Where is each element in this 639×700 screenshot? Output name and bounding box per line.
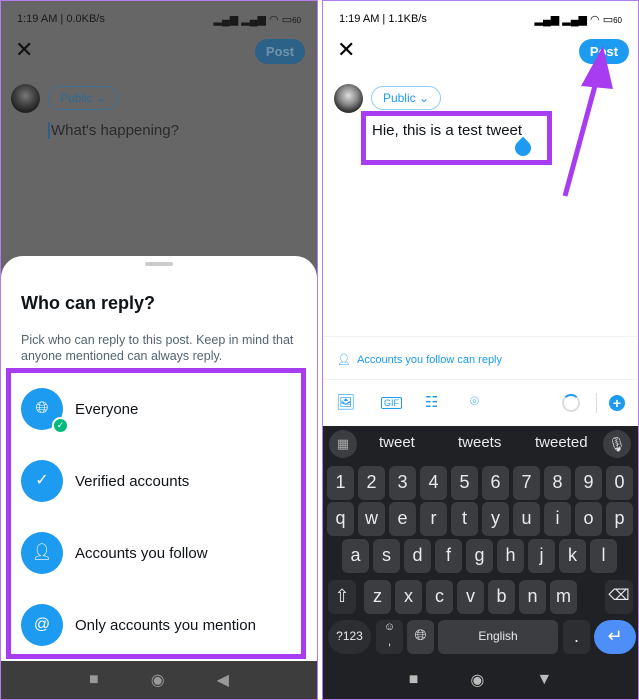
key-c[interactable]: c bbox=[426, 580, 453, 614]
add-icon[interactable]: + bbox=[609, 395, 625, 411]
key-t[interactable]: t bbox=[451, 502, 478, 536]
key-y[interactable]: y bbox=[482, 502, 509, 536]
divider bbox=[323, 336, 638, 337]
shift-key[interactable]: ⇧ bbox=[328, 580, 356, 614]
status-icons: ▂▄▆ ▂▄▆ ◠ ▭60 bbox=[534, 13, 623, 26]
key-g[interactable]: g bbox=[466, 539, 493, 573]
back-icon[interactable]: ◀ bbox=[217, 670, 229, 690]
nav-bar: ■ ◉ ▼ bbox=[323, 661, 638, 699]
audience-selector[interactable]: Public ⌄ bbox=[48, 86, 118, 110]
status-icons: ▂▄▆ ▂▄▆ ◠ ▭60 bbox=[213, 13, 302, 26]
recents-icon[interactable]: ■ bbox=[89, 671, 99, 689]
key-5[interactable]: 5 bbox=[451, 466, 478, 500]
key-m[interactable]: m bbox=[550, 580, 577, 614]
symbols-key[interactable]: ?123 bbox=[328, 620, 371, 654]
nav-bar: ■ ◉ ◀ bbox=[1, 661, 317, 699]
audience-selector[interactable]: Public ⌄ bbox=[371, 86, 441, 110]
suggestion[interactable]: tweets bbox=[458, 434, 501, 451]
close-icon[interactable]: ✕ bbox=[337, 39, 355, 61]
key-o[interactable]: o bbox=[575, 502, 602, 536]
period-key[interactable]: . bbox=[563, 620, 590, 654]
chevron-down-icon: ⌄ bbox=[418, 91, 430, 105]
avatar bbox=[334, 84, 363, 113]
enter-key[interactable]: ↵ bbox=[594, 620, 636, 654]
location-icon[interactable]: ⌾ bbox=[470, 393, 479, 410]
backspace-key[interactable]: ⌫ bbox=[605, 580, 633, 614]
divider bbox=[596, 393, 597, 413]
key-0[interactable]: 0 bbox=[606, 466, 633, 500]
key-z[interactable]: z bbox=[364, 580, 391, 614]
key-q[interactable]: q bbox=[327, 502, 354, 536]
key-1[interactable]: 1 bbox=[327, 466, 354, 500]
suggestion[interactable]: tweet bbox=[379, 434, 415, 451]
avatar bbox=[11, 84, 40, 113]
status-time: 1:19 AM | 1.1KB/s bbox=[339, 13, 427, 25]
key-s[interactable]: s bbox=[373, 539, 400, 573]
recents-icon[interactable]: ■ bbox=[409, 671, 419, 689]
back-icon[interactable]: ▼ bbox=[536, 671, 552, 689]
key-a[interactable]: a bbox=[342, 539, 369, 573]
key-b[interactable]: b bbox=[488, 580, 515, 614]
compose-input[interactable]: What's happening? bbox=[48, 122, 179, 139]
microphone-icon[interactable]: 🎙︎ bbox=[603, 430, 631, 458]
compose-input[interactable]: Hie, this is a test tweet bbox=[372, 122, 522, 139]
emoji-comma-key[interactable]: ☺, bbox=[376, 620, 403, 654]
key-7[interactable]: 7 bbox=[513, 466, 540, 500]
highlight-box bbox=[6, 368, 306, 659]
arrow-annotation bbox=[562, 46, 613, 197]
apps-grid-icon[interactable]: ▦ bbox=[329, 430, 357, 458]
home-icon[interactable]: ◉ bbox=[151, 670, 165, 690]
key-9[interactable]: 9 bbox=[575, 466, 602, 500]
key-2[interactable]: 2 bbox=[358, 466, 385, 500]
progress-ring-icon bbox=[562, 394, 580, 412]
key-k[interactable]: k bbox=[559, 539, 586, 573]
key-r[interactable]: r bbox=[420, 502, 447, 536]
key-j[interactable]: j bbox=[528, 539, 555, 573]
poll-icon[interactable]: ☷ bbox=[425, 393, 438, 411]
status-bar: 1:19 AM | 1.1KB/s ▂▄▆ ▂▄▆ ◠ ▭60 bbox=[339, 11, 622, 27]
key-x[interactable]: x bbox=[395, 580, 422, 614]
keyboard: ▦ tweet tweets tweeted 🎙︎ ⇧ ⌫ ?123 ☺, 🌐︎… bbox=[323, 426, 638, 699]
key-v[interactable]: v bbox=[457, 580, 484, 614]
key-6[interactable]: 6 bbox=[482, 466, 509, 500]
globe-icon[interactable]: 🌐︎ bbox=[407, 620, 434, 654]
key-8[interactable]: 8 bbox=[544, 466, 571, 500]
right-screen: 1:19 AM | 1.1KB/s ▂▄▆ ▂▄▆ ◠ ▭60 ✕ Post P… bbox=[322, 0, 639, 700]
key-4[interactable]: 4 bbox=[420, 466, 447, 500]
key-f[interactable]: f bbox=[435, 539, 462, 573]
post-button[interactable]: Post bbox=[255, 39, 305, 64]
space-key[interactable]: English bbox=[438, 620, 558, 654]
key-n[interactable]: n bbox=[519, 580, 546, 614]
key-3[interactable]: 3 bbox=[389, 466, 416, 500]
suggestion[interactable]: tweeted bbox=[535, 434, 588, 451]
key-i[interactable]: i bbox=[544, 502, 571, 536]
status-bar: 1:19 AM | 0.0KB/s ▂▄▆ ▂▄▆ ◠ ▭60 bbox=[17, 11, 301, 27]
status-time: 1:19 AM | 0.0KB/s bbox=[17, 13, 105, 25]
home-icon[interactable]: ◉ bbox=[470, 670, 484, 690]
key-u[interactable]: u bbox=[513, 502, 540, 536]
key-d[interactable]: d bbox=[404, 539, 431, 573]
key-l[interactable]: l bbox=[590, 539, 617, 573]
left-screen: 1:19 AM | 0.0KB/s ▂▄▆ ▂▄▆ ◠ ▭60 ✕ Post P… bbox=[0, 0, 318, 700]
key-p[interactable]: p bbox=[606, 502, 633, 536]
close-icon[interactable]: ✕ bbox=[15, 39, 33, 61]
key-h[interactable]: h bbox=[497, 539, 524, 573]
reply-setting[interactable]: 👤︎ Accounts you follow can reply bbox=[337, 353, 502, 366]
sheet-handle[interactable] bbox=[145, 262, 173, 266]
gif-icon[interactable]: GIF bbox=[381, 397, 402, 409]
image-icon[interactable]: 🖼︎ bbox=[336, 393, 355, 411]
divider bbox=[323, 379, 638, 380]
chevron-down-icon: ⌄ bbox=[95, 91, 107, 105]
key-w[interactable]: w bbox=[358, 502, 385, 536]
sheet-title: Who can reply? bbox=[21, 293, 156, 313]
person-check-icon: 👤︎ bbox=[337, 354, 351, 366]
key-e[interactable]: e bbox=[389, 502, 416, 536]
sheet-description: Pick who can reply to this post. Keep in… bbox=[21, 333, 294, 363]
